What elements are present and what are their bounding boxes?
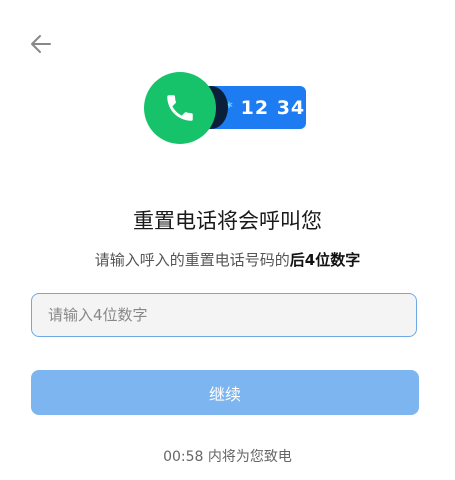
countdown-suffix: 内将为您致电	[207, 449, 292, 465]
instruction-prefix: 请输入呼入的重置电话号码的	[94, 251, 290, 269]
call-illustration: ** 12 34	[144, 72, 309, 144]
page-title: 重置电话将会呼叫您	[133, 209, 322, 233]
code-input[interactable]	[31, 293, 417, 337]
last-digits: 12 34	[240, 96, 306, 119]
instruction-emphasis: 后4位数字	[289, 251, 361, 269]
phone-circle	[144, 72, 216, 144]
instruction-text: 请输入呼入的重置电话号码的后4位数字	[0, 249, 455, 270]
continue-button[interactable]: 继续	[31, 370, 419, 415]
countdown-time: 00:58	[163, 449, 204, 465]
countdown-text: 00:58 内将为您致电	[0, 446, 455, 466]
arrow-left-icon	[31, 35, 51, 53]
phone-icon	[167, 95, 193, 121]
back-button[interactable]	[28, 30, 56, 58]
